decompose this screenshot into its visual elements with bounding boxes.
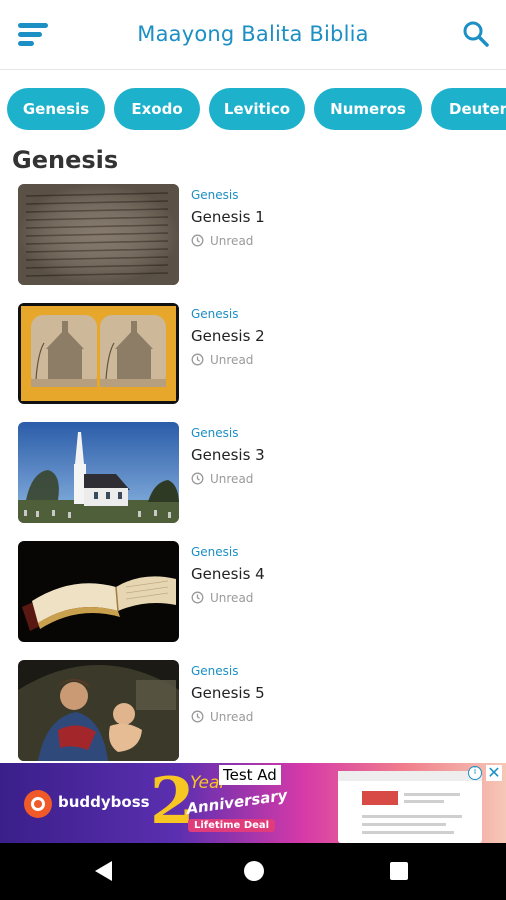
chip-levitico[interactable]: Levitico [209,88,305,130]
item-status-label: Unread [210,234,254,248]
clock-icon [191,710,204,723]
clock-icon [191,234,204,247]
chip-deuteronomio[interactable]: Deuter [431,88,506,130]
list-item[interactable]: Genesis Genesis 1 Unread [0,184,506,303]
app-title: Maayong Balita Biblia [137,22,369,46]
list-item[interactable]: Genesis Genesis 4 Unread [0,541,506,660]
app-screen: Maayong Balita Biblia Genesis Exodo Leviti… [0,0,506,900]
item-title: Genesis 3 [191,446,265,464]
app-bar: Maayong Balita Biblia [0,0,506,70]
ad-close-icon[interactable]: ✕ [486,765,502,781]
item-category: Genesis [191,188,239,202]
chapter-thumbnail [18,303,179,404]
item-title: Genesis 2 [191,327,265,345]
list-item[interactable]: Genesis Genesis 5 Unread [0,660,506,779]
system-nav-bar [0,843,506,900]
item-category: Genesis [191,545,239,559]
clock-icon [191,353,204,366]
chip-exodo[interactable]: Exodo [114,88,200,130]
ad-test-label: Test Ad [219,765,281,785]
item-status: Unread [191,710,253,724]
search-icon[interactable] [462,20,490,48]
clock-icon [191,591,204,604]
item-category: Genesis [191,426,239,440]
chip-genesis[interactable]: Genesis [7,88,105,130]
item-status: Unread [191,353,253,367]
recent-apps-icon[interactable] [390,862,408,880]
book-chips: Genesis Exodo Levitico Numeros Deuter [7,88,506,130]
list-item[interactable]: Genesis Genesis 2 Unread [0,303,506,422]
item-status: Unread [191,472,253,486]
item-status-label: Unread [210,472,254,486]
chip-numeros[interactable]: Numeros [314,88,422,130]
item-status-label: Unread [210,591,254,605]
item-status-label: Unread [210,353,254,367]
chapter-thumbnail [18,541,179,642]
chapter-list: Genesis Genesis 1 Unread Genesis Genesis… [0,184,506,779]
chapter-thumbnail [18,422,179,523]
section-title: Genesis [12,146,119,174]
item-category: Genesis [191,307,239,321]
buddyboss-logo-icon [24,790,52,818]
chapter-thumbnail [18,660,179,761]
home-icon[interactable] [244,861,264,881]
ad-banner[interactable]: buddyboss 2 Year Anniversary Lifetime De… [0,763,506,843]
item-title: Genesis 5 [191,684,265,702]
chapter-thumbnail [18,184,179,285]
item-title: Genesis 4 [191,565,265,583]
ad-info-icon[interactable]: i [468,766,482,780]
ad-deal-badge: Lifetime Deal [188,819,276,832]
item-title: Genesis 1 [191,208,265,226]
item-status: Unread [191,591,253,605]
item-status: Unread [191,234,253,248]
ad-brand: buddyboss [58,793,150,811]
ad-screenshot-image [338,771,482,843]
list-item[interactable]: Genesis Genesis 3 Unread [0,422,506,541]
clock-icon [191,472,204,485]
item-category: Genesis [191,664,239,678]
item-status-label: Unread [210,710,254,724]
back-icon[interactable] [95,861,112,881]
